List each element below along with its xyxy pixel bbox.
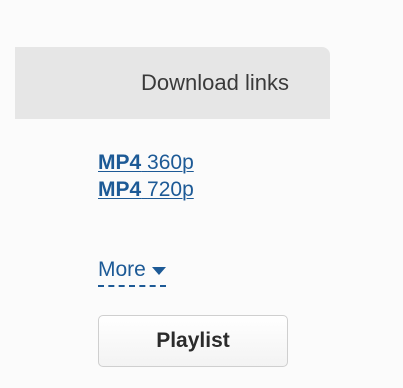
more-dropdown[interactable]: More <box>98 258 166 287</box>
download-links-title: Download links <box>141 70 289 95</box>
more-label: More <box>98 258 146 281</box>
download-links-header: Download links <box>15 47 330 119</box>
download-links-list: MP4 360p MP4 720p <box>98 150 318 204</box>
download-link-mp4-720p[interactable]: MP4 720p <box>98 177 318 203</box>
caret-down-icon <box>151 267 166 275</box>
download-link-resolution: 720p <box>147 178 194 201</box>
download-link-format: MP4 <box>98 178 142 201</box>
playlist-button-label: Playlist <box>156 329 230 352</box>
download-link-resolution: 360p <box>147 151 194 174</box>
download-link-mp4-360p[interactable]: MP4 360p <box>98 150 318 176</box>
download-link-format: MP4 <box>98 151 142 174</box>
playlist-button[interactable]: Playlist <box>98 315 288 367</box>
